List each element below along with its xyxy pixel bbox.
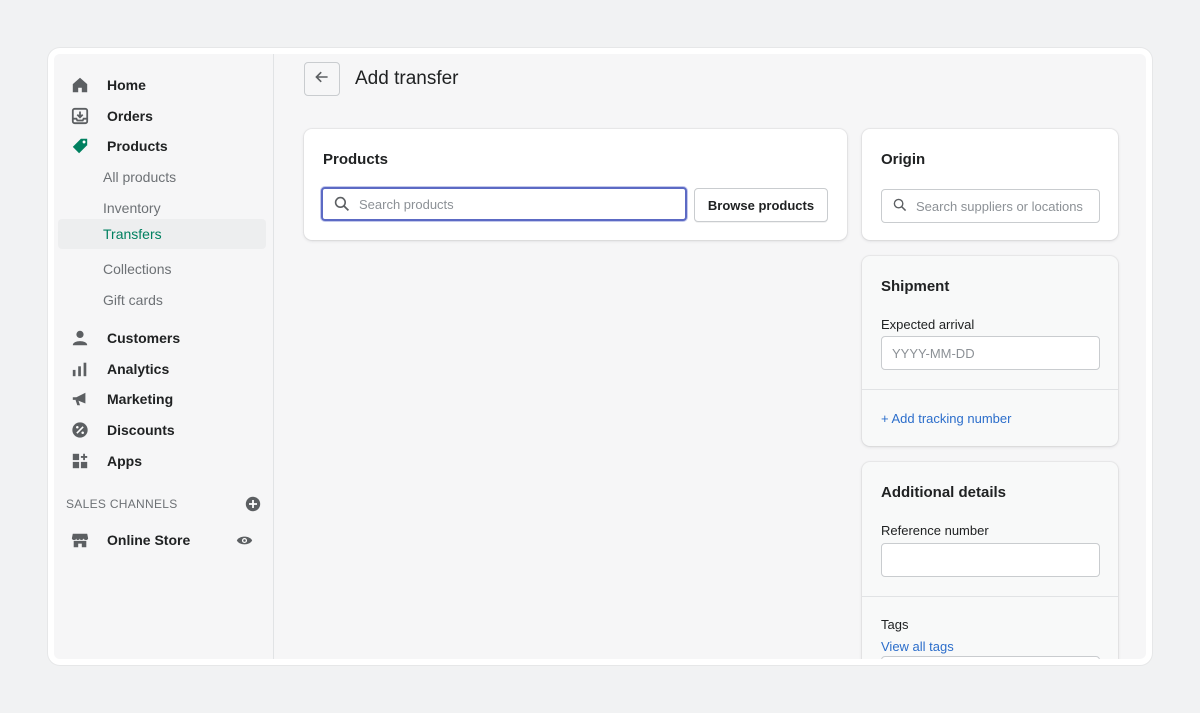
search-icon <box>893 198 909 214</box>
products-card-title: Products <box>323 151 389 168</box>
sidebar-subitem-all-products[interactable]: All products <box>58 162 266 192</box>
sidebar-item-products[interactable]: Products <box>58 131 266 161</box>
sidebar-subitem-transfers[interactable]: Transfers <box>58 219 266 249</box>
sidebar-item-customers[interactable]: Customers <box>58 323 266 353</box>
details-divider <box>862 596 1118 597</box>
date-placeholder: YYYY-MM-DD <box>892 345 975 361</box>
sidebar-item-label: Products <box>107 138 168 154</box>
shipment-card-title: Shipment <box>881 278 950 295</box>
sidebar-subitem-collections[interactable]: Collections <box>58 254 266 284</box>
product-search-input[interactable]: Search products <box>321 187 687 221</box>
additional-details-card: Additional details Reference number Tags… <box>862 462 1118 659</box>
add-channel-icon[interactable] <box>244 495 262 513</box>
sidebar-subitem-label: Gift cards <box>103 292 163 308</box>
shipment-divider <box>862 389 1118 390</box>
sidebar-item-label: Marketing <box>107 391 174 407</box>
sidebar-item-discounts[interactable]: Discounts <box>58 415 266 445</box>
app-frame: Home Orders Products All products Invent… <box>48 48 1152 665</box>
sidebar-item-label: Apps <box>107 453 142 469</box>
sidebar-subitem-label: Collections <box>103 261 172 277</box>
sidebar-item-analytics[interactable]: Analytics <box>58 354 266 384</box>
sidebar-item-marketing[interactable]: Marketing <box>58 384 266 414</box>
sidebar-item-label: Discounts <box>107 422 175 438</box>
sidebar-item-home[interactable]: Home <box>58 70 266 100</box>
origin-card-title: Origin <box>881 151 926 168</box>
sidebar-item-apps[interactable]: Apps <box>58 446 266 476</box>
origin-card: Origin Search suppliers or locations <box>862 129 1118 240</box>
tags-input[interactable] <box>881 656 1100 659</box>
sales-channels-heading: SALES CHANNELS <box>66 494 262 514</box>
apps-icon <box>70 451 90 471</box>
sidebar-item-label: Analytics <box>107 361 170 377</box>
arrow-left-icon <box>314 69 330 90</box>
home-icon <box>70 75 90 95</box>
sidebar-item-label: Customers <box>107 330 181 346</box>
back-button[interactable] <box>304 62 340 96</box>
sidebar-subitem-label: Inventory <box>103 200 161 216</box>
discount-icon <box>70 420 90 440</box>
origin-search-placeholder: Search suppliers or locations <box>916 198 1083 214</box>
reference-number-input[interactable] <box>881 543 1100 577</box>
shipment-card: Shipment Expected arrival YYYY-MM-DD + A… <box>862 256 1118 446</box>
page-title: Add transfer <box>355 68 459 89</box>
browse-products-label: Browse products <box>707 197 815 213</box>
expected-arrival-label: Expected arrival <box>881 317 975 332</box>
tags-label: Tags <box>881 617 909 632</box>
sidebar-item-label: Online Store <box>107 532 191 548</box>
admin-app: Home Orders Products All products Invent… <box>54 54 1146 659</box>
eye-icon[interactable] <box>235 531 253 549</box>
sidebar-subitem-label: All products <box>103 169 177 185</box>
bar-chart-icon <box>70 359 90 379</box>
megaphone-icon <box>70 389 90 409</box>
sidebar-item-label: Home <box>107 77 146 93</box>
expected-arrival-input[interactable]: YYYY-MM-DD <box>881 336 1100 370</box>
sales-channels-label: SALES CHANNELS <box>66 497 178 511</box>
view-all-tags-link[interactable]: View all tags <box>881 639 954 654</box>
search-icon <box>334 196 350 212</box>
sidebar-subitem-gift-cards[interactable]: Gift cards <box>58 285 266 315</box>
add-tracking-link[interactable]: + Add tracking number <box>881 411 1011 426</box>
products-card: Products Search products Browse products <box>304 129 847 240</box>
additional-details-title: Additional details <box>881 484 1007 501</box>
sidebar: Home Orders Products All products Invent… <box>54 54 274 659</box>
browse-products-button[interactable]: Browse products <box>694 188 828 222</box>
sidebar-item-orders[interactable]: Orders <box>58 101 266 131</box>
sidebar-subitem-label: Transfers <box>103 226 162 242</box>
store-icon <box>70 530 90 550</box>
product-search-placeholder: Search products <box>359 196 454 212</box>
orders-icon <box>70 106 90 126</box>
sidebar-item-online-store[interactable]: Online Store <box>58 525 266 555</box>
reference-number-label: Reference number <box>881 523 989 538</box>
sidebar-item-label: Orders <box>107 108 153 124</box>
origin-search-input[interactable]: Search suppliers or locations <box>881 189 1100 223</box>
person-icon <box>70 328 90 348</box>
tag-icon <box>70 136 90 156</box>
